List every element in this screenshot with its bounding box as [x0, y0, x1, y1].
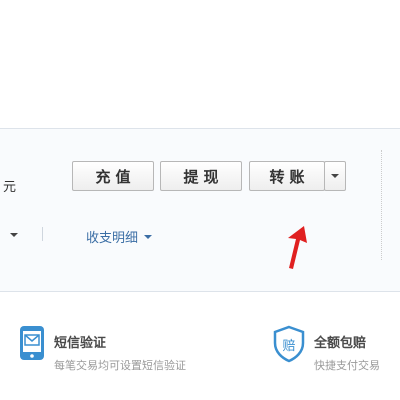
full-compensation-title: 全额包赔 — [314, 336, 367, 351]
withdraw-button[interactable]: 提现 — [160, 161, 242, 191]
full-compensation-desc: 快捷支付交易 — [314, 359, 380, 372]
divider — [381, 150, 382, 260]
details-link-label: 收支明细 — [86, 231, 139, 246]
phone-message-icon — [20, 326, 44, 360]
recharge-button[interactable]: 充值 — [72, 161, 154, 191]
account-page: 元 充值 提现 转账 收支明细 短信验证 每笔交易均可设置短信验证 赔 全额包赔… — [0, 0, 400, 400]
transfer-button[interactable]: 转账 — [249, 161, 325, 191]
balance-unit: 元 — [3, 180, 17, 195]
chevron-down-icon — [331, 174, 339, 178]
income-expense-details-link[interactable]: 收支明细 — [86, 227, 153, 246]
chevron-down-icon[interactable] — [10, 233, 18, 237]
divider — [42, 227, 43, 241]
red-arrow-icon — [288, 226, 307, 269]
shield-compensation-icon: 赔 — [273, 325, 305, 363]
sms-verification-feature: 短信验证 每笔交易均可设置短信验证 — [18, 325, 186, 373]
balance-panel — [0, 128, 400, 292]
chevron-down-icon — [144, 234, 153, 239]
full-compensation-feature: 赔 全额包赔 快捷支付交易 — [272, 325, 380, 373]
sms-verification-desc: 每笔交易均可设置短信验证 — [54, 359, 186, 372]
transfer-dropdown-button[interactable] — [324, 161, 346, 191]
sms-verification-title: 短信验证 — [54, 336, 107, 351]
svg-text:赔: 赔 — [282, 339, 295, 354]
